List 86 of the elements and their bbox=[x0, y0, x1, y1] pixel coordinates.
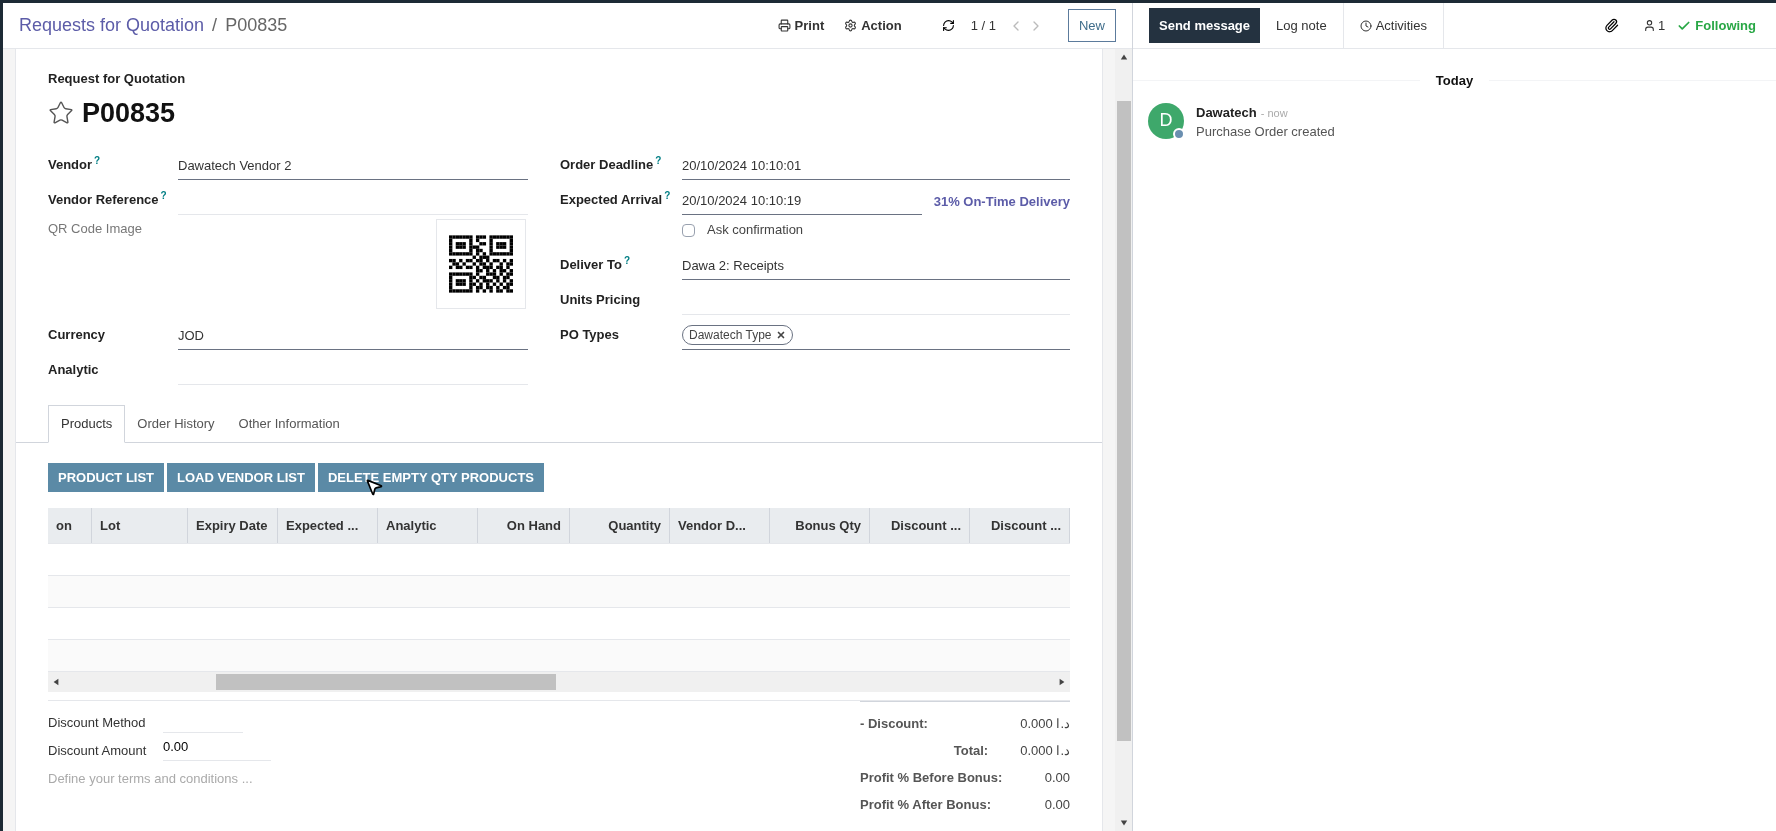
input-field[interactable]: 0.00 bbox=[163, 737, 271, 761]
field-label: Vendor Reference$^{?}$ bbox=[48, 191, 167, 207]
checkbox-label: Ask confirmation bbox=[707, 221, 804, 240]
remove-icon bbox=[775, 330, 786, 340]
pager: 1 / 1 bbox=[970, 16, 996, 35]
column-header[interactable]: Lot bbox=[100, 515, 121, 536]
paperclip-icon[interactable] bbox=[1604, 18, 1620, 33]
person-icon bbox=[1643, 19, 1657, 32]
column-header[interactable]: Expiry Date bbox=[196, 515, 268, 536]
on-time-delivery-link[interactable]: 31% On-Time Delivery bbox=[933, 191, 1070, 215]
field-label: Deliver To$^{?}$ bbox=[560, 256, 630, 272]
field-label: QR Code Image bbox=[48, 221, 142, 236]
field-label: Discount Method bbox=[48, 714, 147, 732]
total-label: Total: bbox=[952, 743, 990, 758]
qr-code-image bbox=[449, 234, 513, 294]
column-header[interactable]: On Hand bbox=[506, 515, 561, 536]
vertical-scrollbar[interactable] bbox=[1115, 49, 1132, 831]
field-label: Vendor$^{?}$ bbox=[48, 156, 101, 172]
record-name: P00835 bbox=[82, 96, 176, 130]
settings-icon bbox=[844, 19, 858, 32]
printer-icon bbox=[777, 19, 791, 32]
help-mark[interactable]: ? bbox=[655, 154, 662, 166]
help-mark[interactable]: ? bbox=[94, 154, 101, 166]
help-mark[interactable]: ? bbox=[623, 254, 630, 266]
help-mark[interactable]: ? bbox=[664, 189, 671, 201]
field-label: PO Types bbox=[560, 326, 619, 342]
send-message-button[interactable]: Send message bbox=[1149, 7, 1261, 44]
message-author[interactable]: Dawatech bbox=[1196, 104, 1257, 120]
followers-button[interactable]: 1 bbox=[1643, 15, 1666, 36]
help-mark[interactable]: ? bbox=[160, 189, 167, 201]
field-label: Expected Arrival$^{?}$ bbox=[560, 191, 671, 207]
table-row[interactable] bbox=[48, 575, 1070, 607]
field-label: Currency bbox=[48, 326, 106, 342]
star-icon[interactable] bbox=[48, 99, 74, 126]
log-note-button[interactable]: Log note bbox=[1260, 15, 1343, 36]
tags-field[interactable]: Dawatech Type bbox=[682, 325, 1070, 350]
total-value: 0.00 bbox=[1044, 770, 1070, 785]
action-button[interactable]: DELETE EMPTY QTY PRODUCTS bbox=[317, 462, 544, 492]
field-label: Analytic bbox=[48, 361, 99, 377]
input-field[interactable]: Dawa 2: Receipts bbox=[682, 255, 1070, 280]
refresh-icon[interactable] bbox=[941, 19, 955, 32]
input-field[interactable]: JOD bbox=[178, 325, 528, 350]
scroll-right-icon[interactable] bbox=[1058, 678, 1066, 686]
column-header[interactable]: Expected ... bbox=[286, 515, 359, 536]
new-button[interactable]: New bbox=[1068, 8, 1116, 43]
action-button[interactable]: LOAD VENDOR LIST bbox=[167, 462, 315, 492]
date-separator: Today bbox=[1434, 72, 1475, 90]
column-header[interactable]: Analytic bbox=[386, 515, 437, 536]
activities-button[interactable]: Activities bbox=[1342, 3, 1444, 49]
field-label: Discount Amount bbox=[48, 742, 148, 760]
column-header[interactable]: on bbox=[56, 515, 72, 536]
clock-icon bbox=[1359, 19, 1372, 32]
checkbox[interactable] bbox=[682, 223, 695, 237]
breadcrumb-current: P00835 bbox=[225, 14, 288, 37]
message-body: Purchase Order created bbox=[1196, 123, 1335, 141]
total-value: 0.00 bbox=[1044, 797, 1070, 812]
print-button[interactable]: Print bbox=[777, 15, 825, 36]
field-label: Units Pricing bbox=[560, 291, 641, 307]
input-field[interactable]: 20/10/2024 10:10:01 bbox=[682, 155, 1070, 180]
field-label: Order Deadline$^{?}$ bbox=[560, 156, 662, 172]
horizontal-scrollbar[interactable] bbox=[48, 672, 1070, 692]
total-label: - Discount: bbox=[860, 716, 929, 731]
total-label: Profit % After Bonus: bbox=[860, 797, 992, 812]
avatar-initial: D bbox=[1159, 109, 1173, 132]
input-field[interactable]: Dawatech Vendor 2 bbox=[178, 155, 528, 180]
scroll-left-icon[interactable] bbox=[52, 678, 60, 686]
column-header[interactable]: Discount ... bbox=[890, 515, 961, 536]
breadcrumb-separator: / bbox=[212, 14, 218, 37]
form-type-label: Request for Quotation bbox=[48, 70, 187, 88]
form-tab[interactable]: Other Information bbox=[226, 405, 352, 443]
message-time: - now bbox=[1260, 106, 1288, 119]
column-header[interactable]: Quantity bbox=[608, 515, 661, 536]
action-button[interactable]: Action bbox=[844, 15, 902, 36]
form-tab[interactable]: Order History bbox=[125, 405, 227, 443]
total-label: Profit % Before Bonus: bbox=[860, 770, 1004, 785]
column-header[interactable]: Discount ... bbox=[990, 515, 1061, 536]
breadcrumb-parent[interactable]: Requests for Quotation bbox=[19, 12, 205, 39]
column-header[interactable]: Vendor D... bbox=[678, 515, 746, 536]
column-header[interactable]: Bonus Qty bbox=[795, 515, 861, 536]
scroll-up-icon[interactable] bbox=[1119, 53, 1128, 61]
scroll-down-icon[interactable] bbox=[1119, 819, 1128, 827]
action-button[interactable]: PRODUCT LIST bbox=[48, 462, 165, 492]
form-tab[interactable]: Products bbox=[48, 405, 126, 443]
table-row[interactable] bbox=[48, 639, 1070, 671]
input-field[interactable]: 20/10/2024 10:10:19 bbox=[682, 190, 922, 215]
qr-image-frame[interactable] bbox=[436, 219, 526, 309]
